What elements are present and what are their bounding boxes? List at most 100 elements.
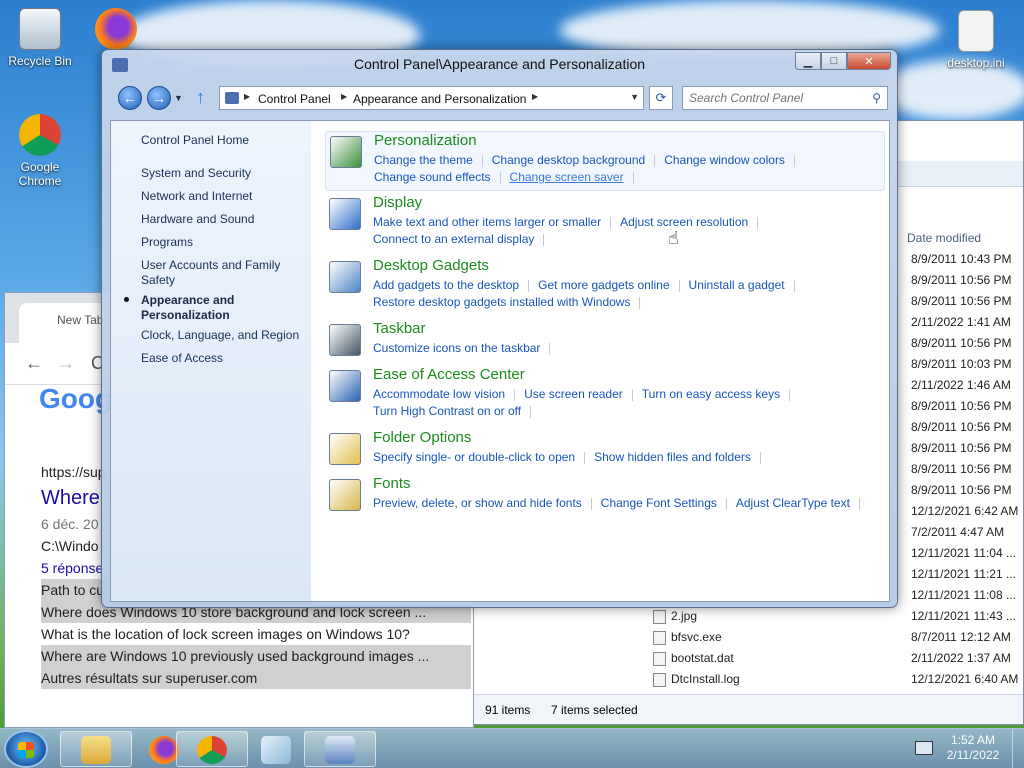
- search-result-line[interactable]: Where are Windows 10 previously used bac…: [41, 645, 471, 667]
- task-link[interactable]: Turn on easy access keys: [642, 387, 780, 401]
- taskbar-control-panel[interactable]: [304, 731, 376, 767]
- task-link[interactable]: Make text and other items larger or smal…: [373, 215, 601, 229]
- recent-pages-dropdown[interactable]: ▼: [174, 93, 183, 103]
- task-link[interactable]: Change window colors: [664, 153, 785, 167]
- forward-button[interactable]: →: [147, 86, 171, 110]
- taskbar-explorer[interactable]: [60, 731, 132, 767]
- task-link[interactable]: Show hidden files and folders: [594, 450, 751, 464]
- category-title[interactable]: Display: [373, 194, 422, 211]
- status-selected-count: 7 items selected: [551, 703, 638, 717]
- task-link[interactable]: Change Font Settings: [601, 496, 717, 510]
- taskbar-notepad[interactable]: [240, 731, 312, 767]
- category-desktop-gadgets: Desktop Gadgets Add gadgets to the deskto…: [325, 257, 885, 313]
- task-link[interactable]: Add gadgets to the desktop: [373, 278, 519, 292]
- network-icon[interactable]: [915, 741, 933, 755]
- search-result-line[interactable]: Autres résultats sur superuser.com: [41, 667, 471, 689]
- link-separator: [481, 154, 483, 167]
- task-link[interactable]: Get more gadgets online: [538, 278, 669, 292]
- breadcrumb-control-panel[interactable]: Control Panel: [258, 92, 331, 106]
- chrome-tab-title: New Tab: [57, 313, 104, 327]
- file-date: 8/9/2011 10:56 PM: [911, 273, 1012, 287]
- category-title[interactable]: Taskbar: [373, 320, 426, 337]
- sidebar-item-appearance[interactable]: Appearance and Personalization: [141, 293, 306, 323]
- folder-options-icon[interactable]: [329, 433, 361, 465]
- search-result-line[interactable]: What is the location of lock screen imag…: [41, 623, 471, 645]
- sidebar-item-hardware[interactable]: Hardware and Sound: [141, 212, 306, 227]
- recycle-bin-desktop-icon[interactable]: Recycle Bin: [0, 8, 80, 68]
- refresh-button[interactable]: ⟳: [649, 86, 673, 110]
- display-icon[interactable]: [329, 198, 361, 230]
- minimize-button[interactable]: ▁: [795, 52, 821, 70]
- category-title[interactable]: Fonts: [373, 475, 411, 492]
- link-separator: [757, 216, 759, 229]
- breadcrumb-appearance[interactable]: Appearance and Personalization: [353, 92, 526, 106]
- task-link[interactable]: Turn High Contrast on or off: [373, 404, 521, 418]
- link-separator: [632, 171, 634, 184]
- fonts-icon[interactable]: [329, 479, 361, 511]
- search-input[interactable]: [689, 88, 869, 108]
- task-link[interactable]: Specify single- or double-click to open: [373, 450, 575, 464]
- task-link[interactable]: Adjust screen resolution: [620, 215, 748, 229]
- sidebar-item-ease-of-access[interactable]: Ease of Access: [141, 351, 306, 366]
- up-arrow-icon[interactable]: ↑: [196, 87, 205, 108]
- sidebar-item-programs[interactable]: Programs: [141, 235, 306, 250]
- category-title[interactable]: Folder Options: [373, 429, 471, 446]
- desktop-ini-icon[interactable]: desktop.ini: [936, 10, 1016, 70]
- task-link[interactable]: Change desktop background: [492, 153, 645, 167]
- clock[interactable]: 1:52 AM 2/11/2022: [938, 733, 1008, 763]
- task-link[interactable]: Customize icons on the taskbar: [373, 341, 540, 355]
- control-panel-window[interactable]: Control Panel\Appearance and Personaliza…: [101, 49, 898, 608]
- task-link[interactable]: Change screen saver: [510, 170, 624, 184]
- link-separator: [543, 233, 545, 246]
- sidebar-item-system-security[interactable]: System and Security: [141, 166, 306, 181]
- category-title[interactable]: Personalization: [374, 132, 477, 149]
- file-date: 8/9/2011 10:56 PM: [911, 420, 1012, 434]
- close-button[interactable]: ✕: [847, 52, 891, 70]
- explorer-status-bar: 91 items 7 items selected: [467, 694, 1023, 724]
- search-box[interactable]: ⚲: [682, 86, 888, 110]
- show-desktop-button[interactable]: [1012, 729, 1024, 768]
- forward-arrow-icon[interactable]: →: [57, 353, 75, 374]
- maximize-button[interactable]: □: [821, 52, 847, 70]
- task-link[interactable]: Adjust ClearType text: [736, 496, 850, 510]
- chrome-desktop-icon[interactable]: Google Chrome: [0, 114, 80, 188]
- task-link[interactable]: Restore desktop gadgets installed with W…: [373, 295, 630, 309]
- category-title[interactable]: Ease of Access Center: [373, 366, 525, 383]
- clock-time: 1:52 AM: [950, 733, 996, 747]
- address-dropdown-icon[interactable]: ▼: [630, 92, 639, 102]
- chrome-desktop-label: Google Chrome: [18, 160, 62, 188]
- search-icon[interactable]: ⚲: [872, 91, 881, 105]
- back-button[interactable]: ←: [118, 86, 142, 110]
- file-row[interactable]: DtcInstall.log 12/12/2021 6:40 AM: [647, 669, 1024, 690]
- start-button[interactable]: [4, 730, 48, 768]
- back-arrow-icon[interactable]: ←: [25, 353, 43, 374]
- firefox-desktop-icon[interactable]: [76, 8, 156, 54]
- sidebar-item-network[interactable]: Network and Internet: [141, 189, 306, 204]
- taskbar-icon[interactable]: [329, 324, 361, 356]
- sidebar-item-clock-language[interactable]: Clock, Language, and Region: [141, 328, 306, 343]
- sidebar-item-user-accounts[interactable]: User Accounts and Family Safety: [141, 258, 306, 288]
- file-row[interactable]: bootstat.dat 2/11/2022 1:37 AM: [647, 648, 1024, 669]
- column-date-modified[interactable]: Date modified: [907, 231, 981, 245]
- breadcrumb-arrow-icon[interactable]: ▶: [532, 92, 538, 101]
- task-link[interactable]: Uninstall a gadget: [689, 278, 785, 292]
- personalization-icon[interactable]: [330, 136, 362, 168]
- category-title[interactable]: Desktop Gadgets: [373, 257, 489, 274]
- task-link[interactable]: Connect to an external display: [373, 232, 534, 246]
- task-link[interactable]: Change sound effects: [374, 170, 491, 184]
- task-link[interactable]: Change the theme: [374, 153, 473, 167]
- link-separator: [549, 342, 551, 355]
- file-row[interactable]: bfsvc.exe 8/7/2011 12:12 AM: [647, 627, 1024, 648]
- task-link[interactable]: Accommodate low vision: [373, 387, 505, 401]
- task-link[interactable]: Preview, delete, or show and hide fonts: [373, 496, 582, 510]
- desktop-gadgets-icon[interactable]: [329, 261, 361, 293]
- task-link[interactable]: Use screen reader: [524, 387, 623, 401]
- taskbar-chrome[interactable]: [176, 731, 248, 767]
- breadcrumb-arrow-icon[interactable]: ▶: [244, 92, 250, 101]
- breadcrumb-arrow-icon[interactable]: ▶: [341, 92, 347, 101]
- sidebar-home-link[interactable]: Control Panel Home: [141, 133, 306, 148]
- category-links: Make text and other items larger or smal…: [373, 214, 883, 248]
- address-bar[interactable]: ▶ Control Panel ▶ Appearance and Persona…: [219, 86, 644, 110]
- ease-of-access-center-icon[interactable]: [329, 370, 361, 402]
- file-row[interactable]: 2.jpg 12/11/2021 11:43 ...: [647, 606, 1024, 627]
